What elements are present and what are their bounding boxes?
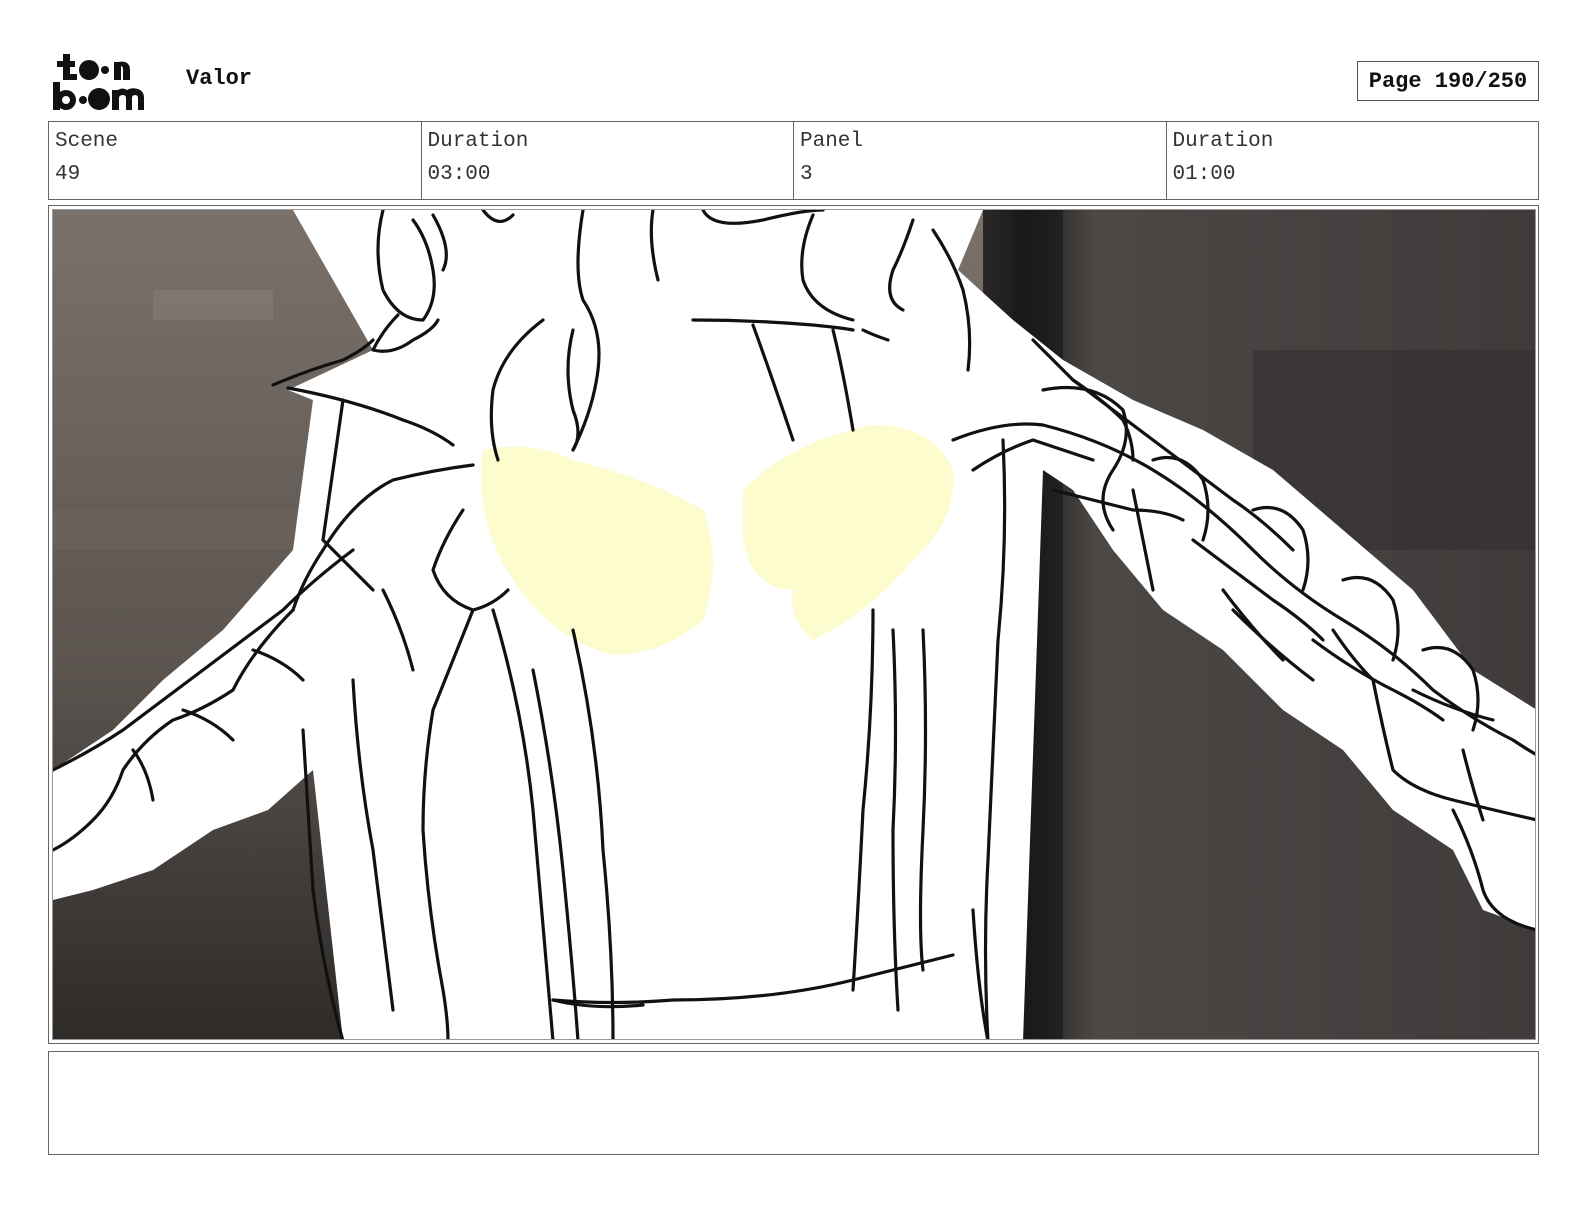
panel-value: 3 [800,163,813,186]
scene-duration-value: 03:00 [427,163,491,186]
page-counter: Page 190/250 [1357,61,1539,101]
panel-info-table: Scene 49 Duration 03:00 Panel 3 Duration… [48,121,1539,200]
toon-boom-logo [52,52,164,112]
panel-notes-box[interactable] [48,1051,1539,1155]
storyboard-panel-image [52,209,1536,1040]
panel-duration-cell: Duration 01:00 [1167,122,1539,199]
panel-label: Panel [800,130,864,153]
panel-duration-value: 01:00 [1172,163,1236,186]
scene-cell: Scene 49 [49,122,422,199]
storyboard-sketch [53,210,1535,1039]
scene-label: Scene [55,130,119,153]
panel-cell: Panel 3 [794,122,1167,199]
project-title: Valor [186,66,253,91]
scene-value: 49 [55,163,81,186]
scene-duration-label: Duration [427,130,529,153]
panel-duration-label: Duration [1172,130,1274,153]
scene-duration-cell: Duration 03:00 [422,122,794,199]
